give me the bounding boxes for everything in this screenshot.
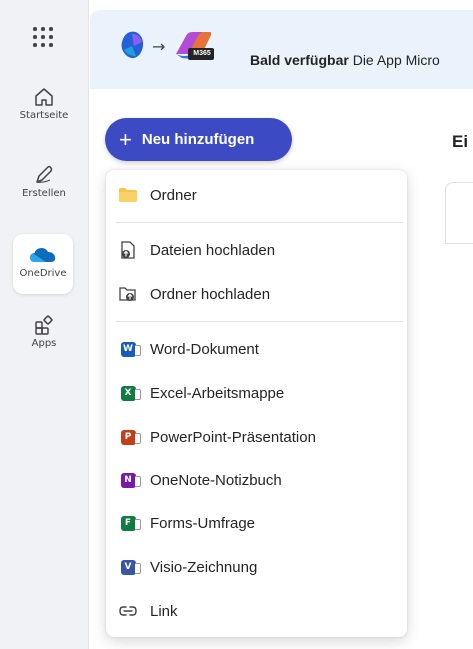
word-icon: W	[119, 340, 141, 358]
rail-label: Erstellen	[22, 188, 66, 199]
add-new-label: Neu hinzufügen	[141, 131, 255, 148]
menu-item-label: Dateien hochladen	[150, 241, 276, 259]
menu-item-excel[interactable]: X Excel-Arbeitsmappe	[106, 373, 407, 413]
menu-item-forms[interactable]: F Forms-Umfrage	[106, 503, 407, 543]
m365-badge: M365	[193, 50, 211, 57]
menu-item-powerpoint[interactable]: P PowerPoint-Präsentation	[106, 417, 407, 457]
menu-item-label: Visio-Zeichnung	[150, 558, 258, 576]
rail-label: OneDrive	[19, 268, 67, 279]
forms-icon: F	[119, 514, 141, 532]
file-upload-icon	[119, 241, 137, 259]
rail-item-onedrive[interactable]: OneDrive	[13, 234, 73, 294]
onenote-icon: N	[119, 471, 141, 489]
menu-item-visio[interactable]: V Visio-Zeichnung	[106, 547, 407, 587]
powerpoint-icon: P	[119, 428, 141, 446]
visio-icon: V	[119, 558, 141, 576]
apps-icon	[35, 315, 53, 335]
menu-divider	[116, 321, 403, 322]
app-launcher-icon[interactable]	[33, 27, 53, 47]
rail-item-startseite[interactable]: Startseite	[6, 86, 82, 121]
add-new-button[interactable]: + Neu hinzufügen	[105, 118, 292, 161]
content-card	[445, 182, 473, 244]
onedrive-cloud-icon	[30, 248, 56, 262]
folder-upload-icon	[119, 285, 137, 303]
page-title: Ei	[452, 132, 469, 151]
svg-text:→: →	[152, 37, 165, 56]
banner-bold: Bald verfügbar	[250, 52, 349, 68]
menu-item-label: Word-Dokument	[150, 340, 259, 358]
menu-item-dateien-hochladen[interactable]: Dateien hochladen	[106, 230, 407, 270]
rail-item-apps[interactable]: Apps	[6, 314, 82, 349]
menu-item-ordner[interactable]: Ordner	[106, 175, 407, 215]
rail-label: Apps	[31, 338, 57, 349]
plus-icon: +	[119, 126, 132, 152]
menu-item-word[interactable]: W Word-Dokument	[106, 329, 407, 369]
menu-item-label: PowerPoint-Präsentation	[150, 428, 316, 446]
folder-icon	[119, 186, 137, 204]
app-transition-icon: →	[121, 31, 214, 60]
m365-banner: → M365 Bald verfügbar Die App Micro	[90, 10, 473, 89]
menu-item-label: Ordner hochladen	[150, 285, 271, 303]
menu-item-label: OneNote-Notizbuch	[150, 471, 282, 489]
rail-item-erstellen[interactable]: Erstellen	[6, 164, 82, 199]
menu-item-label: Forms-Umfrage	[150, 514, 256, 532]
menu-item-label: Ordner	[150, 186, 197, 204]
menu-item-ordner-hochladen[interactable]: Ordner hochladen	[106, 274, 407, 314]
link-icon	[119, 602, 137, 620]
menu-item-link[interactable]: Link	[106, 591, 407, 631]
banner-message: Bald verfügbar Die App Micro	[250, 52, 440, 68]
app-rail: Startseite Erstellen OneDrive Apps	[6, 0, 86, 649]
excel-icon: X	[119, 384, 141, 402]
pen-icon	[36, 165, 53, 183]
menu-item-label: Link	[150, 602, 178, 620]
home-icon	[35, 88, 53, 106]
banner-text: Die App Micro	[348, 52, 440, 68]
rail-label: Startseite	[19, 110, 69, 121]
menu-item-onenote[interactable]: N OneNote-Notizbuch	[106, 460, 407, 500]
new-item-menu: Ordner Dateien hochladen Ordner hochlade…	[106, 170, 407, 637]
menu-item-label: Excel-Arbeitsmappe	[150, 384, 285, 402]
menu-divider	[116, 222, 403, 223]
